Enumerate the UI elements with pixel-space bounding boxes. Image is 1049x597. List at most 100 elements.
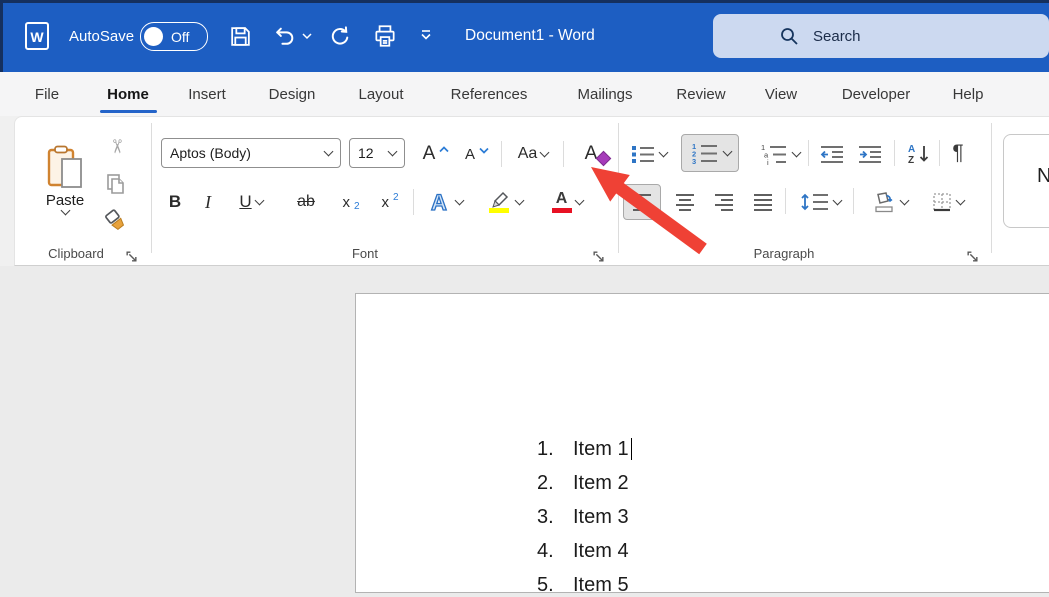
highlighter-icon (486, 189, 512, 215)
change-case-chevron-icon (540, 147, 550, 157)
redo-button[interactable] (328, 24, 353, 54)
window-left-edge (0, 0, 3, 72)
highlight-chevron-icon (514, 195, 524, 205)
save-icon (228, 24, 253, 49)
tab-references[interactable]: References (451, 72, 528, 116)
list-item: 2. Item 2 (537, 472, 629, 495)
search-box[interactable]: Search (713, 14, 1049, 58)
font-name-combobox[interactable]: Aptos (Body) (161, 138, 341, 168)
ribbon-tab-row: File Home Insert Design Layout Reference… (0, 72, 1049, 116)
list-item: 3. Item 3 (537, 506, 629, 529)
button-separator (939, 140, 940, 166)
increase-indent-button[interactable] (853, 136, 887, 172)
tab-design[interactable]: Design (269, 72, 316, 116)
justify-button[interactable] (745, 184, 781, 220)
undo-button[interactable] (272, 24, 312, 49)
word-logo-icon[interactable]: W (20, 20, 54, 52)
button-separator (785, 188, 786, 214)
line-spacing-icon (800, 191, 830, 213)
document-page[interactable] (355, 293, 1049, 593)
customize-toolbar-icon (418, 28, 434, 42)
tab-developer[interactable]: Developer (842, 72, 910, 116)
print-preview-button[interactable] (372, 23, 398, 54)
subscript-button[interactable]: x2 (333, 185, 369, 219)
numbering-chevron-icon (722, 146, 732, 156)
format-painter-button[interactable] (101, 207, 131, 237)
shading-button[interactable] (859, 184, 919, 220)
list-text: Item 1 (573, 438, 629, 461)
group-separator (151, 123, 152, 253)
font-size-combobox[interactable]: 12 (349, 138, 405, 168)
tab-help[interactable]: Help (953, 72, 984, 116)
toggle-state-label: Off (171, 29, 189, 45)
save-button[interactable] (228, 24, 253, 54)
list-number: 2. (537, 472, 563, 495)
underline-button[interactable]: U (225, 185, 277, 219)
list-number: 4. (537, 540, 563, 563)
copy-button[interactable] (101, 169, 131, 199)
paste-button[interactable]: Paste (37, 127, 93, 231)
bold-button[interactable]: B (161, 185, 189, 219)
paragraph-dialog-launcher[interactable] (966, 250, 980, 264)
button-separator (501, 141, 502, 167)
decrease-indent-button[interactable] (815, 136, 849, 172)
dialog-launcher-icon (966, 250, 979, 263)
list-text: Item 3 (573, 506, 629, 529)
font-name-value: Aptos (Body) (170, 145, 251, 161)
text-effects-button[interactable]: A (419, 185, 469, 219)
list-item: 4. Item 4 (537, 540, 629, 563)
autosave-label: AutoSave (69, 28, 134, 45)
show-formatting-marks-button[interactable]: ¶ (943, 134, 973, 172)
scissors-icon: ✂ (104, 138, 127, 154)
text-cursor (631, 438, 633, 460)
pilcrow-icon: ¶ (952, 141, 963, 165)
shrink-font-button[interactable]: A (459, 138, 495, 170)
button-separator (853, 188, 854, 214)
borders-icon (931, 191, 953, 213)
group-label-clipboard: Clipboard (48, 246, 104, 261)
font-size-value: 12 (358, 145, 374, 161)
list-number: 1. (537, 438, 563, 461)
caret-down-icon (479, 147, 489, 154)
ribbon: Paste ✂ Clipboard Aptos (Body) 12 A (14, 116, 1049, 266)
shading-bucket-icon (871, 191, 897, 213)
tab-insert[interactable]: Insert (188, 72, 226, 116)
search-icon (779, 26, 799, 46)
tab-review[interactable]: Review (676, 72, 725, 116)
list-number: 3. (537, 506, 563, 529)
superscript-button[interactable]: x2 (373, 185, 407, 219)
change-case-button[interactable]: Aa (509, 138, 557, 170)
svg-text:W: W (30, 29, 44, 45)
customize-quick-access-toolbar-button[interactable] (418, 28, 434, 47)
text-effects-icon: A (426, 189, 452, 215)
group-separator (991, 123, 992, 253)
grow-font-button[interactable]: A (417, 138, 455, 170)
window-title: Document1 - Word (465, 27, 595, 45)
font-name-chevron-icon (324, 146, 334, 156)
undo-icon (272, 24, 297, 49)
autosave-toggle[interactable]: Off (140, 22, 208, 51)
text-highlight-color-button[interactable] (475, 185, 533, 219)
strikethrough-button[interactable]: ab (285, 185, 327, 219)
list-text: Item 4 (573, 540, 629, 563)
button-separator (808, 140, 809, 166)
borders-button[interactable] (917, 184, 977, 220)
paste-clipboard-icon (46, 144, 84, 190)
undo-dropdown-chevron-icon (302, 33, 312, 40)
multilevel-list-button[interactable]: 1 a i (748, 136, 810, 172)
italic-button[interactable]: I (195, 185, 221, 219)
list-item: 1. Item 1 (537, 438, 632, 461)
list-item: 5. Item 5 (537, 574, 629, 597)
tab-layout[interactable]: Layout (358, 72, 403, 116)
clipboard-dialog-launcher[interactable] (125, 250, 139, 264)
line-spacing-button[interactable] (791, 184, 849, 220)
multilevel-chevron-icon (791, 147, 801, 157)
increase-indent-icon (857, 144, 883, 164)
tab-file[interactable]: File (35, 72, 59, 116)
tab-mailings[interactable]: Mailings (577, 72, 632, 116)
button-separator (413, 189, 414, 215)
tab-view[interactable]: View (765, 72, 797, 116)
justify-icon (752, 192, 774, 212)
sort-button[interactable]: A Z (901, 136, 935, 172)
cut-button[interactable]: ✂ (101, 131, 131, 161)
